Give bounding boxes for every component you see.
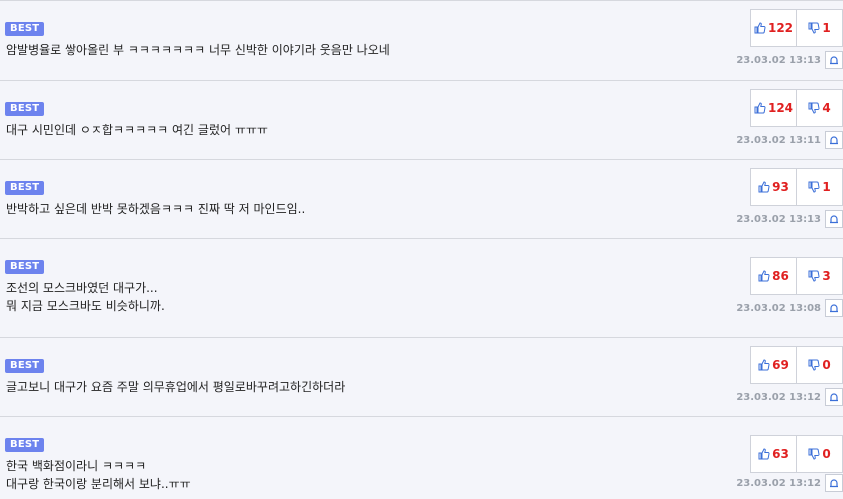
comment-item: BEST 반박하고 싶은데 반박 못하겠음ㅋㅋㅋ 진짜 딱 저 마인드임.. 9… bbox=[0, 159, 843, 238]
dislike-button[interactable]: 3 bbox=[796, 258, 842, 294]
best-badge: BEST bbox=[5, 22, 45, 36]
like-count: 122 bbox=[767, 21, 794, 35]
vote-box: 124 4 bbox=[750, 89, 843, 127]
report-button[interactable] bbox=[825, 474, 843, 492]
dislike-count: 0 bbox=[822, 447, 831, 461]
dislike-button[interactable]: 1 bbox=[796, 169, 842, 205]
like-button[interactable]: 63 bbox=[751, 436, 796, 472]
like-button[interactable]: 86 bbox=[751, 258, 796, 294]
best-badge: BEST bbox=[5, 438, 45, 452]
thumbs-down-icon bbox=[808, 102, 820, 114]
comment-meta: 23.03.02 13:08 bbox=[736, 298, 843, 318]
report-button[interactable] bbox=[825, 51, 843, 69]
like-button[interactable]: 124 bbox=[751, 90, 796, 126]
thumbs-up-icon bbox=[754, 102, 766, 114]
like-button[interactable]: 122 bbox=[751, 10, 796, 46]
comment-date: 23.03.02 13:11 bbox=[736, 134, 821, 146]
comment-text: 조선의 모스크바였던 대구가... 뭐 지금 모스크바도 비슷하니까. bbox=[6, 281, 165, 313]
comment-item: BEST 대구 시민인데 ㅇㅈ합ㅋㅋㅋㅋㅋ 여긴 글렀어 ㅠㅠㅠ 124 4 2… bbox=[0, 80, 843, 159]
dislike-button[interactable]: 0 bbox=[796, 436, 842, 472]
thumbs-up-icon bbox=[754, 22, 766, 34]
like-count: 93 bbox=[772, 180, 789, 194]
like-button[interactable]: 69 bbox=[751, 347, 796, 383]
siren-icon bbox=[830, 136, 838, 145]
best-badge: BEST bbox=[5, 181, 45, 195]
comment-meta: 23.03.02 13:13 bbox=[736, 50, 843, 70]
thumbs-down-icon bbox=[808, 270, 820, 282]
like-count: 63 bbox=[772, 447, 789, 461]
siren-icon bbox=[830, 479, 838, 488]
best-badge: BEST bbox=[5, 102, 45, 116]
dislike-count: 1 bbox=[822, 21, 831, 35]
like-count: 124 bbox=[767, 101, 794, 115]
vote-box: 86 3 bbox=[750, 257, 843, 295]
dislike-button[interactable]: 1 bbox=[796, 10, 842, 46]
like-button[interactable]: 93 bbox=[751, 169, 796, 205]
report-button[interactable] bbox=[825, 131, 843, 149]
report-button[interactable] bbox=[825, 210, 843, 228]
like-count: 86 bbox=[772, 269, 789, 283]
best-badge: BEST bbox=[5, 359, 45, 373]
dislike-count: 4 bbox=[822, 101, 831, 115]
vote-box: 63 0 bbox=[750, 435, 843, 473]
comment-meta: 23.03.02 13:11 bbox=[736, 130, 843, 150]
report-button[interactable] bbox=[825, 388, 843, 406]
thumbs-down-icon bbox=[808, 181, 820, 193]
comment-date: 23.03.02 13:12 bbox=[736, 391, 821, 403]
vote-box: 122 1 bbox=[750, 9, 843, 47]
comment-date: 23.03.02 13:13 bbox=[736, 213, 821, 225]
comment-item: BEST 조선의 모스크바였던 대구가... 뭐 지금 모스크바도 비슷하니까.… bbox=[0, 238, 843, 337]
thumbs-down-icon bbox=[808, 448, 820, 460]
dislike-count: 1 bbox=[822, 180, 831, 194]
thumbs-up-icon bbox=[758, 448, 770, 460]
comment-text: 글고보니 대구가 요즘 주말 의무휴업에서 평일로바꾸려고하긴하더라 bbox=[6, 380, 346, 394]
dislike-button[interactable]: 0 bbox=[796, 347, 842, 383]
comment-list: BEST 암발병율로 쌓아올린 부 ㅋㅋㅋㅋㅋㅋㅋ 너무 신박한 이야기라 웃음… bbox=[0, 0, 843, 499]
siren-icon bbox=[830, 215, 838, 224]
thumbs-up-icon bbox=[758, 359, 770, 371]
like-count: 69 bbox=[772, 358, 789, 372]
comment-item: BEST 한국 백화점이라니 ㅋㅋㅋㅋ 대구랑 한국이랑 분리해서 보냐..ㅠㅠ… bbox=[0, 416, 843, 499]
comment-meta: 23.03.02 13:13 bbox=[736, 209, 843, 229]
thumbs-down-icon bbox=[808, 359, 820, 371]
thumbs-up-icon bbox=[758, 270, 770, 282]
comment-meta: 23.03.02 13:12 bbox=[736, 387, 843, 407]
comment-date: 23.03.02 13:08 bbox=[736, 302, 821, 314]
comment-date: 23.03.02 13:12 bbox=[736, 477, 821, 489]
comment-text: 반박하고 싶은데 반박 못하겠음ㅋㅋㅋ 진짜 딱 저 마인드임.. bbox=[6, 202, 306, 216]
thumbs-up-icon bbox=[758, 181, 770, 193]
siren-icon bbox=[830, 304, 838, 313]
siren-icon bbox=[830, 56, 838, 65]
comment-meta: 23.03.02 13:12 bbox=[736, 473, 843, 493]
dislike-button[interactable]: 4 bbox=[796, 90, 842, 126]
comment-text: 한국 백화점이라니 ㅋㅋㅋㅋ 대구랑 한국이랑 분리해서 보냐..ㅠㅠ bbox=[6, 459, 191, 491]
comment-text: 암발병율로 쌓아올린 부 ㅋㅋㅋㅋㅋㅋㅋ 너무 신박한 이야기라 웃음만 나오네 bbox=[6, 43, 390, 57]
dislike-count: 0 bbox=[822, 358, 831, 372]
comment-text: 대구 시민인데 ㅇㅈ합ㅋㅋㅋㅋㅋ 여긴 글렀어 ㅠㅠㅠ bbox=[6, 123, 268, 137]
report-button[interactable] bbox=[825, 299, 843, 317]
comment-item: BEST 암발병율로 쌓아올린 부 ㅋㅋㅋㅋㅋㅋㅋ 너무 신박한 이야기라 웃음… bbox=[0, 0, 843, 80]
comment-date: 23.03.02 13:13 bbox=[736, 54, 821, 66]
vote-box: 69 0 bbox=[750, 346, 843, 384]
best-badge: BEST bbox=[5, 260, 45, 274]
vote-box: 93 1 bbox=[750, 168, 843, 206]
comment-item: BEST 글고보니 대구가 요즘 주말 의무휴업에서 평일로바꾸려고하긴하더라 … bbox=[0, 337, 843, 416]
siren-icon bbox=[830, 393, 838, 402]
dislike-count: 3 bbox=[822, 269, 831, 283]
thumbs-down-icon bbox=[808, 22, 820, 34]
